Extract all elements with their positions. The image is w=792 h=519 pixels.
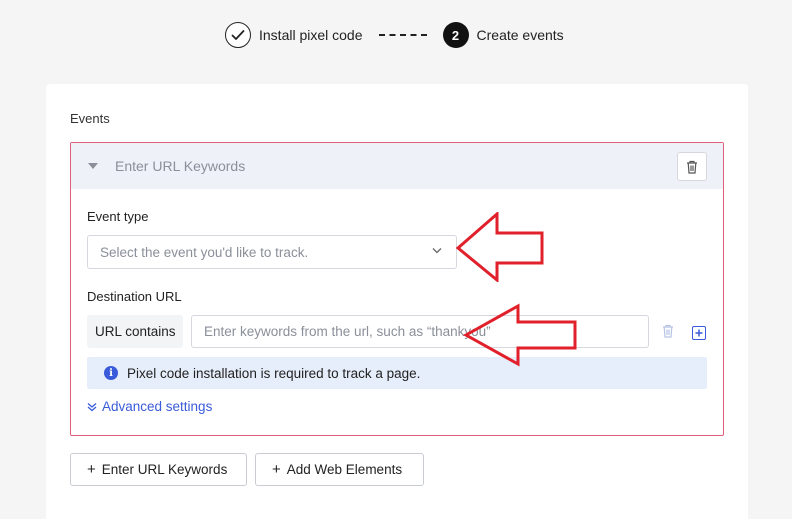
add-web-elements-button[interactable]: + Add Web Elements: [255, 453, 424, 486]
event-type-label: Event type: [87, 209, 149, 224]
plus-icon: +: [272, 461, 281, 478]
events-card: Events Enter URL Keywords Event type Sel…: [46, 84, 748, 519]
event-panel: Enter URL Keywords Event type Select the…: [70, 142, 724, 436]
event-type-placeholder: Select the event you'd like to track.: [100, 244, 309, 260]
add-url-keywords-label: Enter URL Keywords: [101, 462, 228, 477]
event-type-select[interactable]: Select the event you'd like to track.: [87, 235, 457, 269]
annotation-arrow-icon: [455, 212, 544, 282]
plus-icon: +: [87, 461, 96, 478]
trash-icon[interactable]: [662, 324, 674, 338]
info-banner: i Pixel code installation is required to…: [87, 357, 707, 389]
add-url-keywords-button[interactable]: + Enter URL Keywords: [70, 453, 247, 486]
add-condition-icon[interactable]: [692, 326, 706, 340]
info-text: Pixel code installation is required to t…: [127, 365, 421, 381]
annotation-arrow-icon: [462, 303, 577, 367]
add-web-elements-label: Add Web Elements: [286, 462, 403, 477]
event-panel-header[interactable]: Enter URL Keywords: [71, 143, 723, 189]
chevron-down-icon: [432, 248, 442, 254]
step-create-events: Create events: [476, 27, 564, 43]
url-contains-addon: URL contains: [87, 315, 183, 348]
advanced-settings-label: Advanced settings: [102, 399, 213, 414]
advanced-settings-link[interactable]: Advanced settings: [87, 399, 212, 414]
event-panel-title: Enter URL Keywords: [115, 158, 246, 174]
double-chevron-down-icon: [87, 402, 97, 411]
trash-icon: [687, 160, 697, 174]
delete-event-button[interactable]: [677, 152, 707, 181]
destination-url-label: Destination URL: [87, 289, 182, 304]
check-icon: [225, 22, 251, 48]
step-install-pixel: Install pixel code: [259, 27, 363, 43]
events-title: Events: [70, 111, 110, 126]
info-icon: i: [104, 366, 118, 380]
collapse-caret-icon[interactable]: [88, 163, 98, 169]
step-number-badge: 2: [442, 22, 469, 48]
progress-stepper: Install pixel code 2 Create events: [225, 22, 564, 48]
step-connector: [378, 34, 427, 36]
